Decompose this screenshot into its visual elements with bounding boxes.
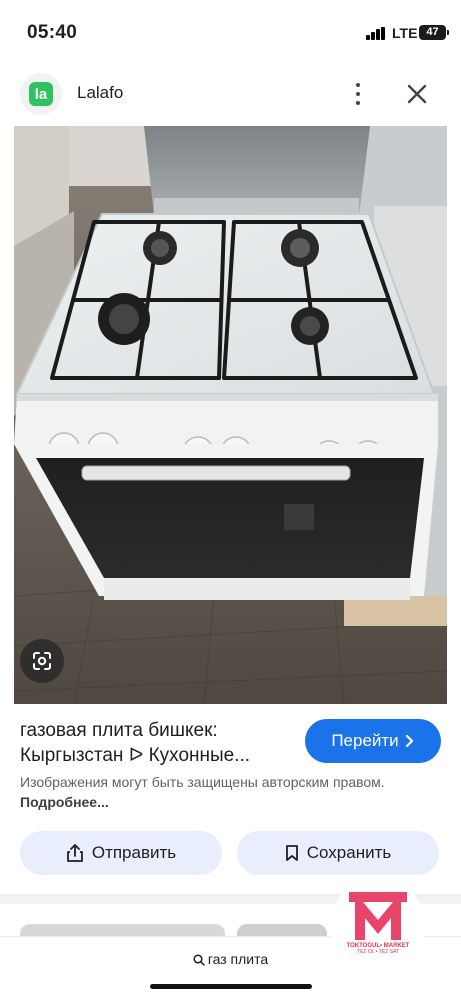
copyright-notice: Изображения могут быть защищены авторски… <box>20 772 420 812</box>
toktogul-market-watermark: TOKTOGUL• MARKET TEZ OL • TEZ SAT <box>330 878 426 974</box>
signal-icon <box>366 27 386 40</box>
result-image[interactable] <box>14 126 447 704</box>
google-lens-button[interactable] <box>20 639 64 683</box>
home-indicator <box>150 984 312 989</box>
battery-icon: 47 <box>419 25 449 40</box>
watermark-line2: TEZ OL • TEZ SAT <box>357 949 399 955</box>
result-title-line1: газовая плита бишкек: <box>20 720 218 741</box>
more-options-icon[interactable] <box>346 81 370 107</box>
lalafo-logo-icon: la <box>29 82 53 106</box>
copyright-text: Изображения могут быть защищены авторски… <box>20 774 385 790</box>
result-title[interactable]: газовая плита бишкек: Кыргызстан ᐅ Кухон… <box>20 718 300 768</box>
save-button[interactable]: Сохранить <box>237 831 439 875</box>
save-label: Сохранить <box>306 843 392 862</box>
network-label: LTE <box>392 25 418 41</box>
search-icon <box>193 954 205 966</box>
share-label: Отправить <box>91 843 177 862</box>
status-time: 05:40 <box>27 22 78 43</box>
close-icon[interactable] <box>403 80 431 108</box>
site-name[interactable]: Lalafo <box>77 83 123 103</box>
search-query-text: газ плита <box>207 951 269 967</box>
visit-button-label: Перейти <box>331 731 399 750</box>
source-header: la Lalafo <box>0 62 461 126</box>
visit-button[interactable]: Перейти <box>305 719 441 763</box>
result-title-line2: Кыргызстан ᐅ Кухонные... <box>20 745 251 766</box>
chevron-right-icon <box>405 734 413 748</box>
bookmark-icon <box>285 845 298 861</box>
site-logo[interactable]: la <box>20 73 62 115</box>
learn-more-link[interactable]: Подробнее... <box>20 794 109 810</box>
status-bar: 05:40 LTE 47 <box>0 0 461 62</box>
share-icon <box>66 844 83 862</box>
share-button[interactable]: Отправить <box>20 831 222 875</box>
google-lens-icon <box>33 652 51 670</box>
market-logo-icon <box>349 892 407 940</box>
